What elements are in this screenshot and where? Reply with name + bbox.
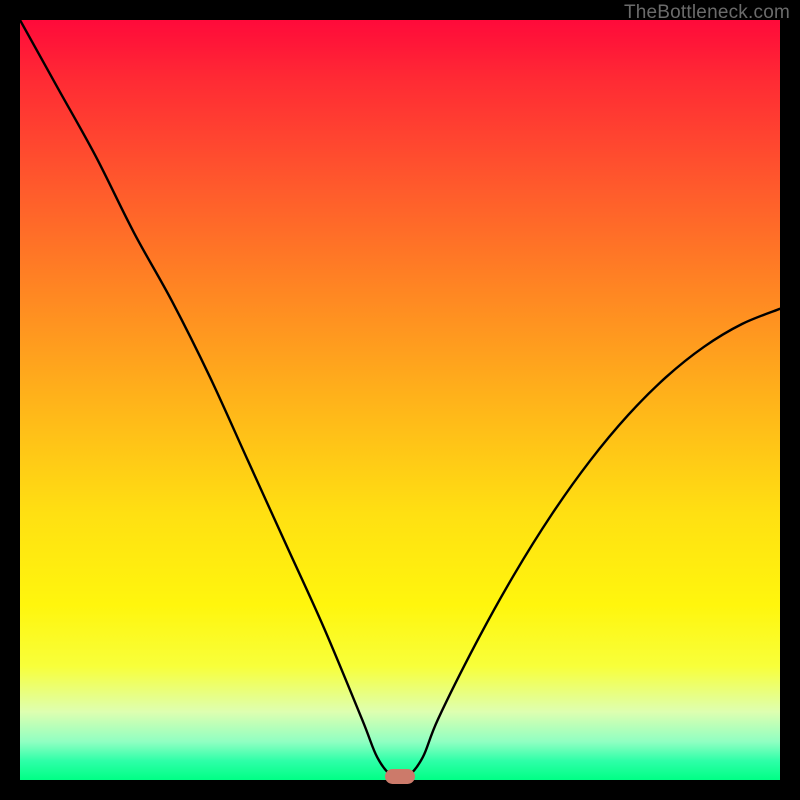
optimal-marker <box>385 769 415 784</box>
bottleneck-curve <box>20 20 780 780</box>
plot-area <box>20 20 780 780</box>
chart-frame: TheBottleneck.com <box>0 0 800 800</box>
watermark-text: TheBottleneck.com <box>624 2 790 24</box>
